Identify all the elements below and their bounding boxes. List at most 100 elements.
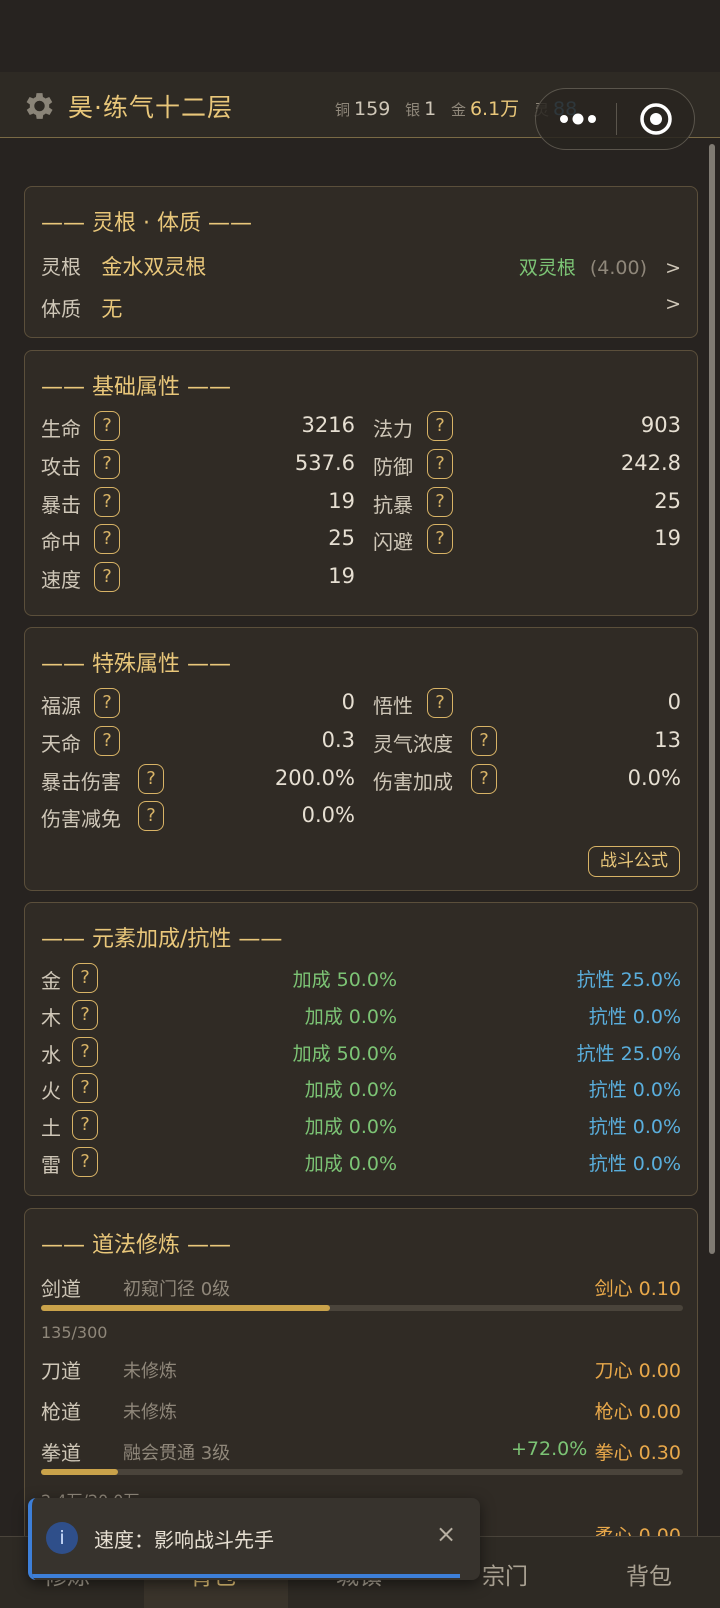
root-score: (4.00): [589, 257, 648, 279]
stat-value: 19: [654, 526, 681, 550]
element-resist: 抗性 0.0%: [588, 1116, 681, 1138]
gold-value: 6.1万: [469, 98, 520, 120]
help-icon[interactable]: ?: [72, 1037, 98, 1067]
basic-stats-card: —— 基础属性 —— 生命 ? 3216 法力 ? 903 攻击 ? 537.6…: [24, 350, 698, 616]
toast-notification: i 速度：影响战斗先手 ×: [28, 1498, 480, 1580]
dao-progress-fill: [41, 1469, 119, 1475]
element-bonus: 加成 50.0%: [292, 969, 397, 991]
dao-name: 拳道: [41, 1441, 81, 1465]
help-icon[interactable]: ?: [94, 449, 120, 479]
card-title: —— 灵根 · 体质 ——: [41, 211, 252, 236]
element-resist: 抗性 25.0%: [576, 1043, 681, 1065]
help-icon[interactable]: ?: [72, 1147, 98, 1177]
element-resist: 抗性 0.0%: [588, 1006, 681, 1028]
close-icon[interactable]: ×: [436, 1520, 456, 1548]
help-icon[interactable]: ?: [471, 764, 497, 794]
root-label: 灵根: [41, 255, 81, 279]
stat-value: 903: [640, 413, 681, 437]
chevron-right-icon[interactable]: >: [665, 293, 681, 315]
element-label: 土: [41, 1116, 61, 1140]
stat-label: 生命: [41, 417, 81, 441]
miniprogram-capsule: [535, 88, 695, 150]
help-icon[interactable]: ?: [427, 487, 453, 517]
element-bonus: 加成 0.0%: [304, 1116, 397, 1138]
scrollbar[interactable]: [709, 144, 715, 1254]
dao-name: 剑道: [41, 1277, 81, 1301]
stat-value: 19: [328, 564, 355, 588]
stat-value: 0.3: [321, 728, 355, 752]
stat-label: 命中: [41, 530, 81, 554]
stat-value: 242.8: [620, 451, 681, 475]
card-title: —— 道法修炼 ——: [41, 1233, 231, 1258]
help-icon[interactable]: ?: [427, 449, 453, 479]
root-row[interactable]: 灵根 金水双灵根: [41, 251, 206, 281]
info-icon: i: [46, 1522, 78, 1554]
stat-value: 25: [328, 526, 355, 550]
help-icon[interactable]: ?: [427, 524, 453, 554]
element-label: 金: [41, 969, 61, 993]
help-icon[interactable]: ?: [72, 963, 98, 993]
element-bonus: 加成 0.0%: [304, 1079, 397, 1101]
status-bar: [0, 0, 720, 72]
element-bonus: 加成 0.0%: [304, 1006, 397, 1028]
element-resist: 抗性 0.0%: [588, 1079, 681, 1101]
physique-row[interactable]: 体质 无: [41, 293, 122, 323]
dao-bonus: +72.0%: [511, 1438, 588, 1460]
root-value: 金水双灵根: [101, 255, 207, 279]
stat-label: 速度: [41, 568, 81, 592]
card-title: —— 元素加成/抗性 ——: [41, 927, 283, 952]
dao-heart: 剑心 0.10: [594, 1278, 681, 1300]
battle-formula-button[interactable]: 战斗公式: [588, 846, 680, 877]
card-title: —— 基础属性 ——: [41, 375, 231, 400]
stat-value: 3216: [301, 413, 355, 437]
help-icon[interactable]: ?: [94, 411, 120, 441]
help-icon[interactable]: ?: [94, 524, 120, 554]
help-icon[interactable]: ?: [72, 1110, 98, 1140]
help-icon[interactable]: ?: [138, 801, 164, 831]
help-icon[interactable]: ?: [427, 688, 453, 718]
help-icon[interactable]: ?: [94, 726, 120, 756]
dao-level: 未修炼: [123, 1402, 177, 1423]
stat-label: 伤害加成: [373, 770, 453, 794]
help-icon[interactable]: ?: [471, 726, 497, 756]
help-icon[interactable]: ?: [72, 1000, 98, 1030]
dao-level: 融会贯通 3级: [123, 1443, 231, 1464]
element-bonus: 加成 50.0%: [292, 1043, 397, 1065]
help-icon[interactable]: ?: [138, 764, 164, 794]
dao-name: 刀道: [41, 1359, 81, 1383]
stat-value: 0: [667, 690, 681, 714]
dao-heart: 枪心 0.00: [594, 1401, 681, 1423]
close-miniprogram-icon[interactable]: [638, 101, 674, 137]
stat-label: 防御: [373, 455, 413, 479]
dao-name: 枪道: [41, 1400, 81, 1424]
help-icon[interactable]: ?: [427, 411, 453, 441]
stat-label: 暴击伤害: [41, 770, 121, 794]
stat-value: 537.6: [294, 451, 355, 475]
stat-label: 伤害减免: [41, 807, 121, 831]
stat-value: 25: [654, 489, 681, 513]
dao-level: 未修炼: [123, 1361, 177, 1382]
root-physique-card: —— 灵根 · 体质 —— 灵根 金水双灵根 双灵根 (4.00) > 体质 无…: [24, 186, 698, 338]
help-icon[interactable]: ?: [94, 688, 120, 718]
stat-value: 0.0%: [301, 803, 355, 827]
dao-heart: 拳心 0.30: [594, 1442, 681, 1464]
gear-icon[interactable]: [20, 88, 56, 124]
stat-label: 灵气浓度: [373, 732, 453, 756]
element-label: 雷: [41, 1153, 61, 1177]
dao-heart: 刀心 0.00: [594, 1360, 681, 1382]
copper-value: 159: [354, 98, 391, 120]
more-icon[interactable]: [556, 103, 600, 135]
stat-value: 0.0%: [627, 766, 681, 790]
element-label: 木: [41, 1006, 61, 1030]
tab-sect[interactable]: 宗门: [482, 1557, 528, 1591]
help-icon[interactable]: ?: [94, 487, 120, 517]
toast-message: 速度：影响战斗先手: [94, 1528, 274, 1552]
element-label: 水: [41, 1043, 61, 1067]
element-card: —— 元素加成/抗性 —— 金 ? 加成 50.0% 抗性 25.0% 木 ? …: [24, 902, 698, 1196]
root-type[interactable]: 双灵根 (4.00) >: [519, 253, 681, 280]
chevron-right-icon: >: [665, 257, 681, 279]
dao-progress-bar: [41, 1469, 683, 1475]
help-icon[interactable]: ?: [72, 1073, 98, 1103]
help-icon[interactable]: ?: [94, 562, 120, 592]
tab-backpack[interactable]: 背包: [626, 1557, 672, 1591]
